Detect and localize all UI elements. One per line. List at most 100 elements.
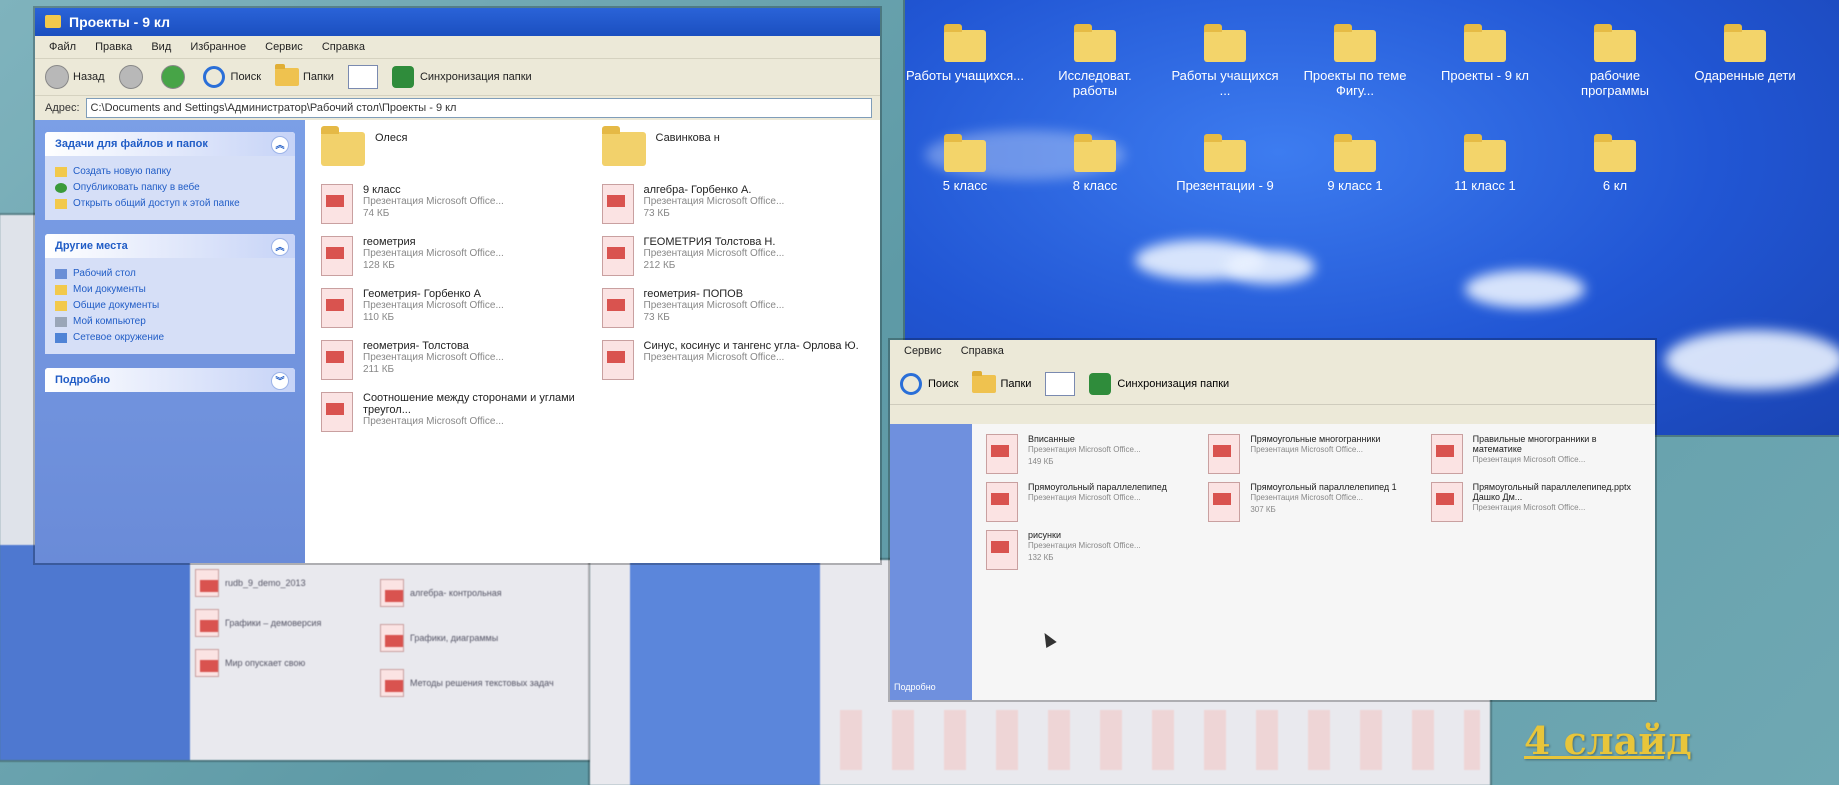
menu-bar: Файл Правка Вид Избранное Сервис Справка [35, 36, 880, 58]
details-panel: Подробно ︾ [45, 368, 295, 392]
list-item: Графики – демоверсия [195, 609, 321, 637]
file-item[interactable]: Синус, косинус и тангенс угла- Орлова Ю.… [601, 340, 865, 392]
desktop-icon[interactable]: Исследоват. работы [1035, 24, 1155, 98]
desktop-icon[interactable]: Проекты по теме Фигу... [1295, 24, 1415, 98]
folder-icon [1594, 134, 1636, 172]
menu-view[interactable]: Вид [151, 41, 171, 53]
file-item[interactable]: Прямоугольные многогранники Презентация M… [1208, 434, 1418, 482]
powerpoint-icon [601, 288, 634, 328]
menu-file[interactable]: Файл [49, 41, 76, 53]
file-item[interactable]: Вписанные Презентация Microsoft Office...… [986, 434, 1196, 482]
desktop-icon[interactable]: 5 класс [905, 134, 1025, 193]
forward-button[interactable] [118, 65, 147, 89]
task-share-folder[interactable]: Открыть общий доступ к этой папке [55, 198, 285, 210]
search-icon [900, 373, 922, 395]
powerpoint-icon [1430, 434, 1463, 474]
address-bar: Адрес: C:\Documents and Settings\Админис… [35, 95, 880, 120]
menu-help[interactable]: Справка [961, 345, 1004, 357]
window-titlebar[interactable]: Проекты - 9 кл [35, 8, 880, 36]
folders-icon [972, 371, 997, 393]
task-new-folder[interactable]: Создать новую папку [55, 166, 285, 178]
file-item[interactable]: Прямоугольный параллелепипед Презентация … [986, 482, 1196, 530]
tasks-panel-header[interactable]: Задачи для файлов и папок ︽ [45, 132, 295, 156]
address-bar[interactable] [890, 404, 1655, 425]
folders-button[interactable]: Папки [275, 64, 334, 86]
powerpoint-icon [1430, 482, 1463, 522]
forward-arrow-icon [118, 65, 143, 89]
file-item[interactable]: Правильные многогранники в математике Пре… [1430, 434, 1641, 482]
file-list: Олеся Савинкова н 9 класс Презентация Mic… [305, 120, 880, 563]
file-item[interactable]: 9 класс Презентация Microsoft Office... 74… [321, 184, 584, 236]
desktop-icon[interactable]: 9 класс 1 [1295, 134, 1415, 193]
collapse-icon[interactable]: ︽ [271, 136, 289, 154]
desktop-icon[interactable]: 11 класс 1 [1425, 134, 1545, 193]
sync-button[interactable]: Синхронизация папки [1089, 373, 1229, 395]
folder-icon [321, 126, 365, 166]
collapse-icon[interactable]: ︽ [271, 238, 289, 256]
folders-button[interactable]: Папки [972, 371, 1031, 393]
address-input[interactable]: C:\Documents and Settings\Администратор\… [85, 98, 872, 118]
sync-icon [1089, 373, 1112, 395]
file-item[interactable]: геометрия Презентация Microsoft Office...… [321, 236, 584, 288]
desktop-icon[interactable]: Одаренные дети [1685, 24, 1805, 83]
menu-help[interactable]: Справка [322, 41, 365, 53]
desktop-icon[interactable]: Проекты - 9 кл [1425, 24, 1545, 83]
views-button[interactable] [1045, 372, 1076, 396]
file-item[interactable]: Прямоугольный параллелепипед.pptx Дашко … [1430, 482, 1641, 530]
desktop-icon[interactable]: Презентации - 9 [1165, 134, 1285, 193]
back-arrow-icon [45, 65, 69, 89]
search-button[interactable]: Поиск [202, 66, 261, 88]
powerpoint-icon [321, 288, 353, 328]
details-header[interactable]: Подробно [894, 682, 964, 692]
powerpoint-icon [601, 184, 634, 224]
file-item[interactable]: Геометрия- Горбенко А Презентация Microso… [321, 288, 584, 340]
folder-item[interactable]: Савинкова н [601, 126, 865, 184]
desktop-icon[interactable]: рабочие программы [1555, 24, 1675, 98]
list-item: Мир опускает свою [195, 649, 305, 677]
explorer-window-2: Сервис Справка Поиск Папки Синхронизация… [890, 340, 1655, 700]
menu-edit[interactable]: Правка [95, 41, 132, 53]
menu-tools[interactable]: Сервис [904, 345, 942, 357]
desktop-icon[interactable]: 8 класс [1035, 134, 1155, 193]
folder-icon [1074, 24, 1116, 62]
file-item[interactable]: геометрия- ПОПОВ Презентация Microsoft Of… [601, 288, 865, 340]
folder-icon [1204, 24, 1246, 62]
place-network[interactable]: Сетевое окружение [55, 332, 285, 344]
computer-icon [55, 317, 67, 327]
desktop-icon[interactable]: Работы учащихся ... [1165, 24, 1285, 98]
desktop-icon[interactable]: Работы учащихся... [905, 24, 1025, 83]
task-publish-web[interactable]: Опубликовать папку в вебе [55, 182, 285, 194]
slide-link[interactable]: 4 слайд [1524, 718, 1692, 763]
up-button[interactable] [160, 65, 189, 89]
back-button[interactable]: Назад [45, 65, 105, 89]
search-button[interactable]: Поиск [900, 373, 958, 395]
place-shared-documents[interactable]: Общие документы [55, 300, 285, 312]
file-item[interactable]: алгебра- Горбенко А. Презентация Microsof… [601, 184, 865, 236]
list-item: Графики, диаграммы [380, 624, 498, 652]
file-item[interactable]: Соотношение между сторонами и углами тре… [321, 392, 584, 444]
place-my-computer[interactable]: Мой компьютер [55, 316, 285, 328]
views-button[interactable] [347, 65, 378, 89]
file-item[interactable]: геометрия- Толстова Презентация Microsoft… [321, 340, 584, 392]
place-desktop[interactable]: Рабочий стол [55, 268, 285, 280]
powerpoint-icon [986, 530, 1018, 570]
file-item[interactable]: рисунки Презентация Microsoft Office... 13… [986, 530, 1196, 578]
folder-item[interactable]: Олеся [321, 126, 584, 184]
place-my-documents[interactable]: Мои документы [55, 284, 285, 296]
expand-icon[interactable]: ︾ [271, 372, 289, 390]
powerpoint-icon [986, 482, 1018, 522]
folder-icon [1074, 134, 1116, 172]
details-header[interactable]: Подробно ︾ [45, 368, 295, 392]
menu-tools[interactable]: Сервис [265, 41, 303, 53]
sync-button[interactable]: Синхронизация папки [391, 66, 532, 88]
folder-icon [1334, 24, 1376, 62]
tasks-panel: Задачи для файлов и папок ︽ Создать новую… [45, 132, 295, 220]
menu-favorites[interactable]: Избранное [190, 41, 246, 53]
toolbar: Поиск Папки Синхронизация папки [890, 364, 1655, 404]
powerpoint-icon [601, 340, 634, 380]
powerpoint-icon [601, 236, 634, 276]
file-item[interactable]: Прямоугольный параллелепипед 1 Презентаци… [1208, 482, 1418, 530]
other-places-header[interactable]: Другие места ︽ [45, 234, 295, 258]
file-item[interactable]: ГЕОМЕТРИЯ Толстова Н. Презентация Microso… [601, 236, 865, 288]
desktop-icon[interactable]: 6 кл [1555, 134, 1675, 193]
